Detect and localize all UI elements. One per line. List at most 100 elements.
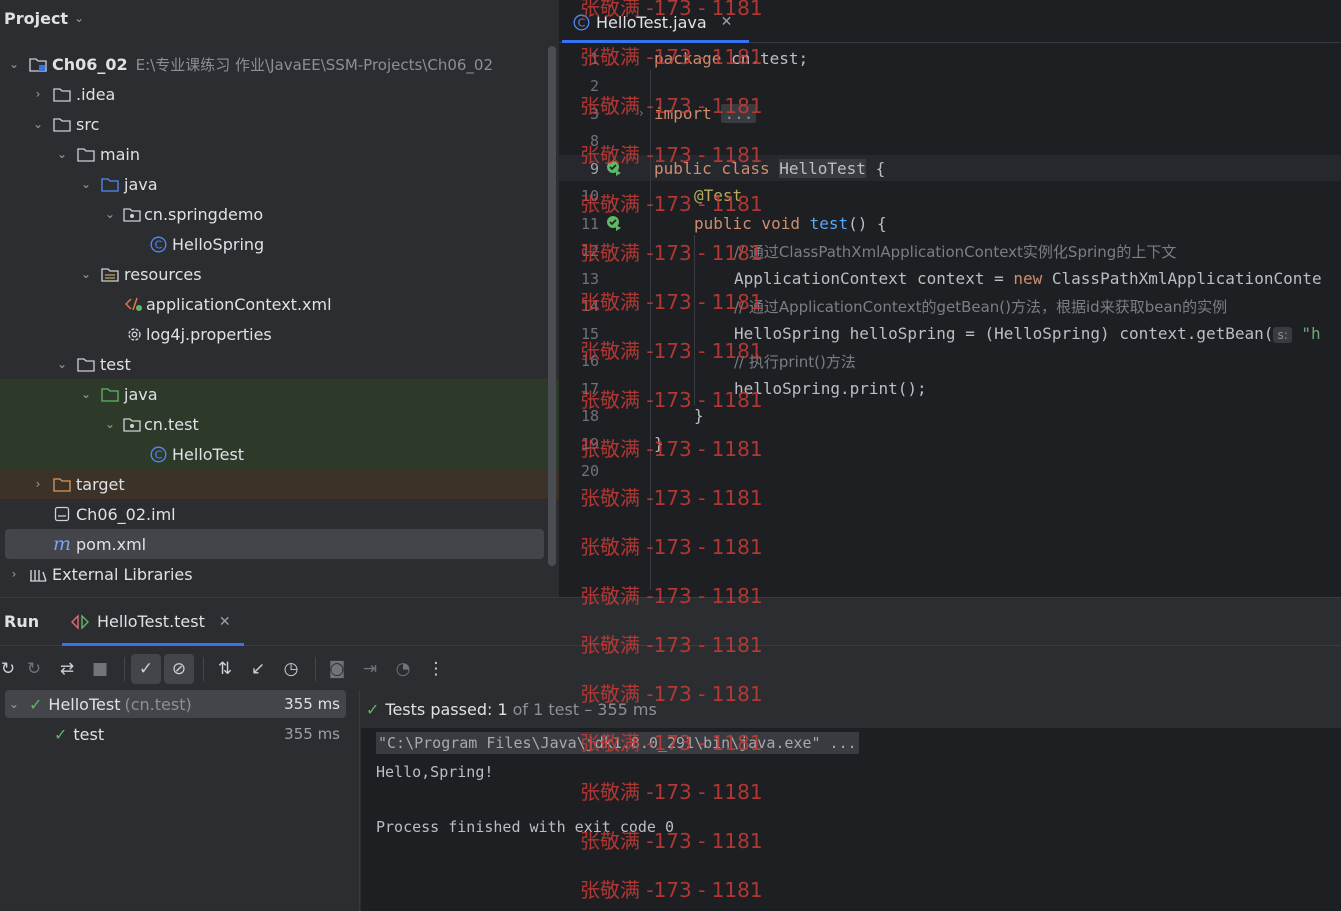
tree-item-external-libraries[interactable]: › External Libraries xyxy=(0,559,559,589)
line-number: 8 xyxy=(589,132,599,150)
line-number: 10 xyxy=(580,187,599,205)
chevron-right-icon[interactable]: › xyxy=(7,567,21,581)
tree-item-label: java xyxy=(124,174,158,194)
test-package-label: (cn.test) xyxy=(124,694,192,714)
test-method-label: test xyxy=(73,724,105,744)
run-test-gutter-icon[interactable] xyxy=(606,160,622,176)
stop-icon[interactable]: ■ xyxy=(85,654,115,684)
tree-item-hellotest[interactable]: C HelloTest xyxy=(0,439,559,469)
project-scrollbar[interactable] xyxy=(548,46,556,566)
test-result-child[interactable]: ✓ test 355 ms xyxy=(5,720,346,748)
code-line[interactable]: public void test() { xyxy=(694,214,887,233)
tree-item-package-springdemo[interactable]: ⌄ cn.springdemo xyxy=(0,199,559,229)
active-tab-indicator xyxy=(62,643,244,646)
folder-icon xyxy=(53,87,71,102)
folded-imports[interactable]: ... xyxy=(721,104,757,123)
rerun-icon[interactable]: ↻ xyxy=(0,654,16,684)
import-tests-icon[interactable]: ⇥ xyxy=(355,654,385,684)
run-tab-hellotest[interactable]: HelloTest.test ✕ xyxy=(70,612,231,631)
class-icon: C xyxy=(149,236,167,252)
sort-icon[interactable]: ⇅ xyxy=(210,654,240,684)
tree-item-test[interactable]: ⌄ test xyxy=(0,349,559,379)
tree-item-target[interactable]: › target xyxy=(0,469,559,499)
tree-item-pom[interactable]: m pom.xml xyxy=(5,529,544,559)
tests-passed-detail: of 1 test – 355 ms xyxy=(512,699,657,719)
chevron-down-icon[interactable]: ⌄ xyxy=(103,417,117,431)
code-line[interactable]: HelloSpring helloSpring = (HelloSpring) … xyxy=(734,324,1321,343)
collapse-all-icon[interactable]: ↙ xyxy=(243,654,273,684)
show-ignored-icon[interactable]: ⊘ xyxy=(164,654,194,684)
spring-xml-icon xyxy=(125,297,143,312)
tree-item-main[interactable]: ⌄ main xyxy=(0,139,559,169)
tree-item-applicationcontext[interactable]: applicationContext.xml xyxy=(0,289,559,319)
chevron-right-icon[interactable]: › xyxy=(31,87,45,101)
line-number: 9 xyxy=(589,160,599,178)
tree-item-log4j[interactable]: log4j.properties xyxy=(0,319,559,349)
code-line[interactable]: } xyxy=(694,406,704,425)
chevron-down-icon[interactable]: ⌄ xyxy=(55,357,69,371)
tree-item-package-test[interactable]: ⌄ cn.test xyxy=(0,409,559,439)
code-line[interactable]: helloSpring.print(); xyxy=(734,379,927,398)
code-line[interactable]: } xyxy=(654,434,664,453)
code-text: helloSpring.print(); xyxy=(734,379,927,398)
show-passed-icon[interactable]: ✓ xyxy=(131,654,161,684)
code-line[interactable]: // 执行print()方法 xyxy=(734,351,856,372)
code-text: ClassPathXmlApplicationConte xyxy=(1042,269,1322,288)
tree-item-resources[interactable]: ⌄ resources xyxy=(0,259,559,289)
chevron-down-icon[interactable]: ⌄ xyxy=(7,697,21,711)
chevron-down-icon[interactable]: ⌄ xyxy=(79,267,93,281)
tree-item-iml[interactable]: Ch06_02.iml xyxy=(0,499,559,529)
chevron-down-icon[interactable]: ⌄ xyxy=(31,117,45,131)
more-options-icon[interactable]: ⋮ xyxy=(421,654,451,684)
line-number: 2 xyxy=(589,77,599,95)
chevron-down-icon[interactable]: ⌄ xyxy=(55,147,69,161)
test-result-root[interactable]: ⌄ ✓ HelloTest (cn.test) 355 ms xyxy=(5,690,346,718)
chevron-down-icon[interactable]: ⌄ xyxy=(79,177,93,191)
toggle-auto-test-icon[interactable]: ⇄ xyxy=(52,654,82,684)
project-panel-header[interactable]: Project ⌄ xyxy=(4,6,84,30)
project-panel: Project ⌄ ⌄ Ch06_02 E:\专业课练习 作业\JavaEE\S… xyxy=(0,0,559,597)
camera-icon[interactable]: ◙ xyxy=(322,654,352,684)
tree-item-label: cn.test xyxy=(144,414,199,434)
chevron-down-icon[interactable]: ⌄ xyxy=(74,11,84,25)
console-line: Hello,Spring! xyxy=(376,763,494,781)
module-folder-icon xyxy=(29,57,47,72)
tree-item-project-root[interactable]: ⌄ Ch06_02 E:\专业课练习 作业\JavaEE\SSM-Project… xyxy=(0,49,559,79)
code-line[interactable]: // 通过ClassPathXmlApplicationContext实例化Sp… xyxy=(734,241,1176,262)
tree-item-src[interactable]: ⌄ src xyxy=(0,109,559,139)
check-icon: ✓ xyxy=(29,694,43,714)
chevron-right-icon[interactable]: › xyxy=(639,106,644,120)
editor-tab-hellotest[interactable]: C HelloTest.java ✕ xyxy=(573,4,732,40)
tree-item-test-java[interactable]: ⌄ java xyxy=(0,379,559,409)
excluded-folder-icon xyxy=(53,477,71,492)
chevron-down-icon[interactable]: ⌄ xyxy=(7,57,21,71)
code-line[interactable]: // 通过ApplicationContext的getBean()方法，根据id… xyxy=(734,296,1227,317)
comment: // 通过ApplicationContext的getBean()方法，根据id… xyxy=(734,298,1228,316)
console-output[interactable]: ✓ Tests passed: 1 of 1 test – 355 ms "C:… xyxy=(361,690,1341,911)
chevron-down-icon[interactable]: ⌄ xyxy=(79,387,93,401)
chevron-down-icon[interactable]: ⌄ xyxy=(103,207,117,221)
chevron-right-icon[interactable]: › xyxy=(31,477,45,491)
tree-item-hellospring[interactable]: C HelloSpring xyxy=(0,229,559,259)
class-icon: C xyxy=(573,14,590,31)
code-line[interactable]: public class HelloTest { xyxy=(654,159,885,178)
code-editor[interactable]: C HelloTest.java ✕ 1 2 3 8 9 10 11 12 13… xyxy=(559,0,1341,597)
code-line[interactable]: @Test xyxy=(694,186,742,205)
code-line[interactable]: import ... xyxy=(654,104,757,123)
history-icon[interactable]: ◷ xyxy=(276,654,306,684)
project-path: E:\专业课练习 作业\JavaEE\SSM-Projects\Ch06_02 xyxy=(135,55,494,74)
code-line[interactable]: ApplicationContext context = new ClassPa… xyxy=(734,269,1322,288)
comment: // 执行print()方法 xyxy=(734,353,856,371)
tree-item-label: Ch06_02.iml xyxy=(76,504,176,524)
run-test-gutter-icon[interactable] xyxy=(606,215,622,231)
close-icon[interactable]: ✕ xyxy=(721,14,733,30)
rerun-failed-icon[interactable]: ↻ xyxy=(19,654,49,684)
tree-item-idea[interactable]: › .idea xyxy=(0,79,559,109)
line-number: 19 xyxy=(580,435,599,453)
code-line[interactable]: package cn.test; xyxy=(654,49,808,68)
close-icon[interactable]: ✕ xyxy=(219,614,231,630)
console-command[interactable]: "C:\Program Files\Java\jdk1.8.0_291\bin\… xyxy=(376,732,859,754)
tree-item-main-java[interactable]: ⌄ java xyxy=(0,169,559,199)
test-duration: 355 ms xyxy=(284,725,340,743)
coverage-icon[interactable]: ◔ xyxy=(388,654,418,684)
